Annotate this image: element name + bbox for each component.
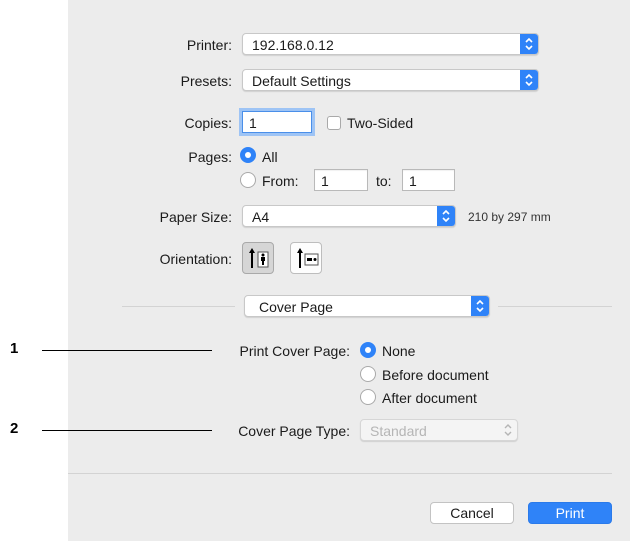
presets-value: Default Settings xyxy=(252,73,351,89)
print-button[interactable]: Print xyxy=(528,502,612,524)
paper-size-label: Paper Size: xyxy=(159,209,232,225)
chevron-updown-icon xyxy=(520,34,538,54)
chevron-updown-icon xyxy=(437,206,455,226)
copies-label: Copies: xyxy=(184,115,232,131)
callout-2-line xyxy=(42,430,212,431)
chevron-updown-icon xyxy=(520,70,538,90)
presets-label: Presets: xyxy=(180,73,232,89)
cover-after-label: After document xyxy=(382,390,477,406)
pages-all-radio[interactable] xyxy=(240,147,256,163)
pages-from-input[interactable]: 1 xyxy=(314,169,368,191)
orientation-label: Orientation: xyxy=(159,251,232,267)
landscape-orientation-button[interactable] xyxy=(290,242,322,274)
cover-before-radio[interactable] xyxy=(360,366,376,382)
callout-1-number: 1 xyxy=(10,340,19,357)
paper-dimensions: 210 by 297 mm xyxy=(468,210,551,224)
copies-value: 1 xyxy=(249,115,257,131)
pages-to-value: 1 xyxy=(409,173,417,189)
landscape-orientation-icon xyxy=(297,248,319,268)
chevron-updown-icon xyxy=(499,420,517,440)
chevron-updown-icon xyxy=(471,296,489,316)
cover-page-type-label: Cover Page Type: xyxy=(238,423,350,439)
section-separator-left xyxy=(122,306,235,307)
cover-page-type-value: Standard xyxy=(370,423,427,439)
cover-before-label: Before document xyxy=(382,367,489,383)
portrait-orientation-button[interactable] xyxy=(242,242,274,274)
pages-from-radio[interactable] xyxy=(240,172,256,188)
cover-page-type-popup[interactable]: Standard xyxy=(360,419,518,441)
printer-label: Printer: xyxy=(186,37,232,53)
pages-all-label: All xyxy=(262,149,278,165)
callout-2-number: 2 xyxy=(10,420,19,437)
section-value: Cover Page xyxy=(259,299,333,315)
print-cover-page-label: Print Cover Page: xyxy=(239,343,351,359)
portrait-orientation-icon xyxy=(249,248,269,268)
two-sided-checkbox[interactable] xyxy=(327,116,341,130)
bottom-separator xyxy=(68,473,612,474)
pages-label: Pages: xyxy=(188,149,232,165)
copies-input[interactable]: 1 xyxy=(242,111,312,133)
pages-from-value: 1 xyxy=(321,173,329,189)
cover-none-label: None xyxy=(382,343,416,359)
pages-to-label: to: xyxy=(376,173,392,189)
cover-none-radio[interactable] xyxy=(360,342,376,358)
cancel-button[interactable]: Cancel xyxy=(430,502,514,524)
pages-from-label: From: xyxy=(262,173,299,189)
cover-after-radio[interactable] xyxy=(360,389,376,405)
two-sided-label: Two-Sided xyxy=(347,115,414,131)
printer-popup[interactable]: 192.168.0.12 xyxy=(242,33,539,55)
pages-to-input[interactable]: 1 xyxy=(402,169,455,191)
paper-size-value: A4 xyxy=(252,209,270,225)
callout-1-line xyxy=(42,350,212,351)
paper-size-popup[interactable]: A4 xyxy=(242,205,456,227)
section-separator-right xyxy=(498,306,612,307)
section-popup[interactable]: Cover Page xyxy=(244,295,490,317)
printer-value: 192.168.0.12 xyxy=(252,37,334,53)
presets-popup[interactable]: Default Settings xyxy=(242,69,539,91)
